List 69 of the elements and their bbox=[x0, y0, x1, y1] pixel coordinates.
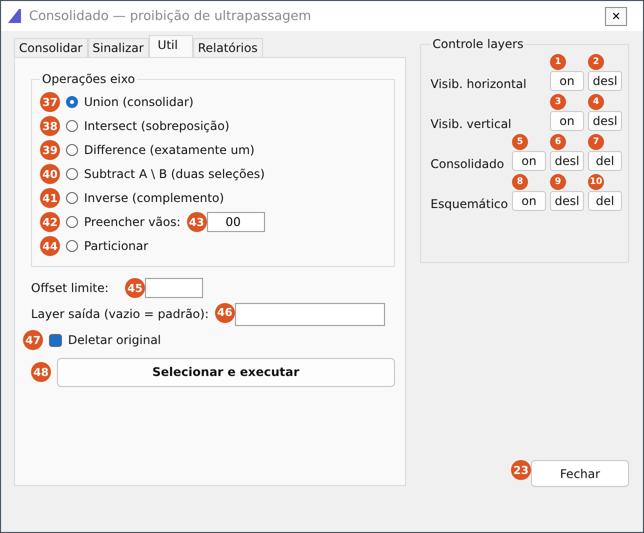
checkbox[interactable] bbox=[49, 334, 62, 346]
number-marker: 40 bbox=[40, 164, 60, 184]
tab[interactable]: Util bbox=[148, 35, 193, 57]
number-marker: 10 bbox=[588, 174, 604, 190]
layer-button[interactable]: desl bbox=[550, 151, 584, 171]
number-marker: 41 bbox=[40, 188, 60, 208]
option-label: Intersect (sobreposição) bbox=[84, 118, 230, 134]
radio-button[interactable] bbox=[66, 192, 78, 204]
app-logo-icon bbox=[7, 8, 23, 24]
number-marker: 3 bbox=[550, 94, 566, 110]
field-label: Offset limite: bbox=[31, 280, 110, 296]
radio-button[interactable] bbox=[66, 96, 78, 108]
number-marker: 2 bbox=[588, 54, 604, 70]
input-field[interactable] bbox=[145, 278, 203, 298]
tab[interactable]: Relatórios bbox=[192, 38, 263, 57]
layer-button[interactable]: desl bbox=[588, 111, 622, 131]
radio-button[interactable] bbox=[66, 240, 78, 252]
radio-button[interactable] bbox=[66, 216, 78, 228]
layer-button[interactable]: on bbox=[512, 191, 546, 211]
number-marker: 48 bbox=[31, 362, 51, 382]
layer-label: Visib. horizontal bbox=[430, 77, 528, 91]
number-marker: 5 bbox=[512, 134, 528, 150]
number-marker: 37 bbox=[40, 92, 60, 112]
number-marker: 39 bbox=[40, 140, 60, 160]
number-marker: 46 bbox=[214, 302, 235, 322]
option-label: Difference (exatamente um) bbox=[84, 142, 255, 158]
field-label: Layer saída (vazio = padrão): bbox=[31, 306, 209, 322]
input-field[interactable]: 00 bbox=[206, 212, 264, 232]
number-marker: 38 bbox=[40, 116, 60, 136]
layer-button[interactable]: del bbox=[588, 191, 622, 211]
radio-button[interactable] bbox=[66, 144, 78, 156]
layer-label: Visib. vertical bbox=[430, 117, 512, 131]
option-label: Preencher vãos: bbox=[84, 214, 180, 230]
layer-button[interactable]: desl bbox=[588, 71, 622, 91]
number-marker: 23 bbox=[511, 460, 531, 480]
number-marker: 43 bbox=[186, 212, 206, 232]
tab[interactable]: Consolidar bbox=[14, 38, 88, 57]
layer-label: Consolidado bbox=[430, 157, 506, 171]
number-marker: 42 bbox=[40, 212, 60, 232]
close-dialog-button[interactable]: Fechar bbox=[531, 460, 629, 487]
checkbox-label: Deletar original bbox=[68, 332, 161, 348]
run-button[interactable]: Selecionar e executar bbox=[57, 358, 395, 386]
number-marker: 7 bbox=[588, 134, 604, 150]
radio-button[interactable] bbox=[66, 168, 78, 180]
layer-button[interactable]: on bbox=[550, 111, 584, 131]
number-marker: 44 bbox=[40, 236, 60, 256]
radio-button[interactable] bbox=[66, 120, 78, 132]
option-label: Union (consolidar) bbox=[84, 94, 194, 110]
close-button[interactable]: ✕ bbox=[605, 6, 627, 26]
number-marker: 47 bbox=[23, 330, 43, 350]
tab[interactable]: Sinalizar bbox=[88, 38, 149, 57]
number-marker: 45 bbox=[125, 278, 145, 298]
number-marker: 8 bbox=[512, 174, 528, 190]
group-title: Controle layers bbox=[432, 37, 524, 51]
input-field[interactable] bbox=[234, 302, 385, 326]
number-marker: 6 bbox=[550, 134, 566, 150]
number-marker: 1 bbox=[550, 54, 566, 70]
window-title: Consolidado — proibição de ultrapassagem bbox=[29, 8, 312, 24]
option-label: Particionar bbox=[84, 238, 148, 254]
layer-button[interactable]: on bbox=[512, 151, 546, 171]
layer-label: Esquemático bbox=[430, 197, 508, 211]
option-label: Subtract A \ B (duas seleções) bbox=[84, 166, 265, 182]
option-label: Inverse (complemento) bbox=[84, 190, 224, 206]
layer-button[interactable]: on bbox=[550, 71, 584, 91]
number-marker: 9 bbox=[550, 174, 566, 190]
group-title: Operações eixo bbox=[41, 72, 136, 86]
layer-button[interactable]: desl bbox=[550, 191, 584, 211]
layer-button[interactable]: del bbox=[588, 151, 622, 171]
number-marker: 4 bbox=[588, 94, 604, 110]
